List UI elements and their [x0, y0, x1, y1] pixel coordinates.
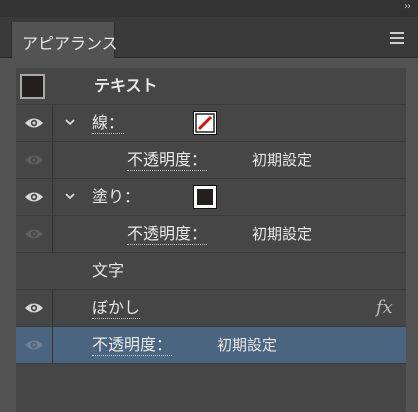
characters-label: 文字 [92, 261, 125, 280]
fx-icon: fx [376, 297, 393, 318]
eye-icon [25, 192, 43, 202]
fill-opacity-row[interactable]: 不透明度： 初期設定 [16, 216, 406, 253]
fill-color-swatch[interactable] [193, 185, 217, 209]
eye-icon [25, 303, 43, 313]
eye-icon [25, 118, 43, 128]
fill-opacity-label[interactable]: 不透明度： [127, 225, 208, 245]
eye-icon-dimmed [25, 229, 43, 239]
fill-opacity-visibility-toggle[interactable] [16, 216, 53, 252]
none-slash-icon [195, 113, 215, 133]
hamburger-menu-icon[interactable] [390, 32, 404, 44]
panel-tab-bar: アピアランス [0, 17, 418, 58]
object-row[interactable]: テキスト [16, 68, 406, 105]
tab-appearance[interactable]: アピアランス [11, 22, 118, 58]
fill-color-chip [197, 189, 213, 205]
stroke-opacity-value: 初期設定 [252, 151, 313, 169]
collapse-panel-button[interactable]: ›› [404, 1, 411, 12]
stroke-row[interactable]: 線： [16, 105, 406, 142]
chevron-down-icon[interactable] [63, 189, 77, 203]
fill-label[interactable]: 塗り： [92, 188, 140, 206]
stroke-none-swatch[interactable] [193, 111, 217, 135]
opacity-label[interactable]: 不透明度： [92, 336, 173, 356]
appearance-list: テキスト 線： 不透明度： 初期設定 塗り： 不透明度： 初期設定 文字 ぼかし… [16, 68, 406, 412]
object-thumbnail [20, 74, 45, 99]
fill-opacity-value: 初期設定 [252, 225, 313, 243]
opacity-visibility-toggle[interactable] [16, 327, 53, 363]
stroke-label[interactable]: 線： [92, 114, 125, 134]
stroke-opacity-label[interactable]: 不透明度： [127, 151, 208, 171]
opacity-row[interactable]: 不透明度： 初期設定 [16, 327, 406, 364]
stroke-opacity-visibility-toggle[interactable] [16, 142, 53, 178]
eye-icon-dimmed [25, 340, 43, 350]
chevron-down-icon[interactable] [63, 115, 77, 129]
blur-effect-label[interactable]: ぼかし [92, 299, 141, 319]
stroke-visibility-toggle[interactable] [16, 105, 53, 141]
tab-appearance-label: アピアランス [22, 34, 118, 53]
blur-effect-row[interactable]: ぼかし fx [16, 290, 406, 327]
eye-icon-dimmed [25, 155, 43, 165]
opacity-value: 初期設定 [217, 336, 278, 354]
blur-visibility-toggle[interactable] [16, 290, 53, 326]
fill-visibility-toggle[interactable] [16, 179, 53, 215]
fill-row[interactable]: 塗り： [16, 179, 406, 216]
characters-row[interactable]: 文字 [16, 253, 406, 290]
stroke-opacity-row[interactable]: 不透明度： 初期設定 [16, 142, 406, 179]
object-type-label: テキスト [94, 76, 158, 95]
panel-top-strip: ›› [0, 0, 418, 17]
